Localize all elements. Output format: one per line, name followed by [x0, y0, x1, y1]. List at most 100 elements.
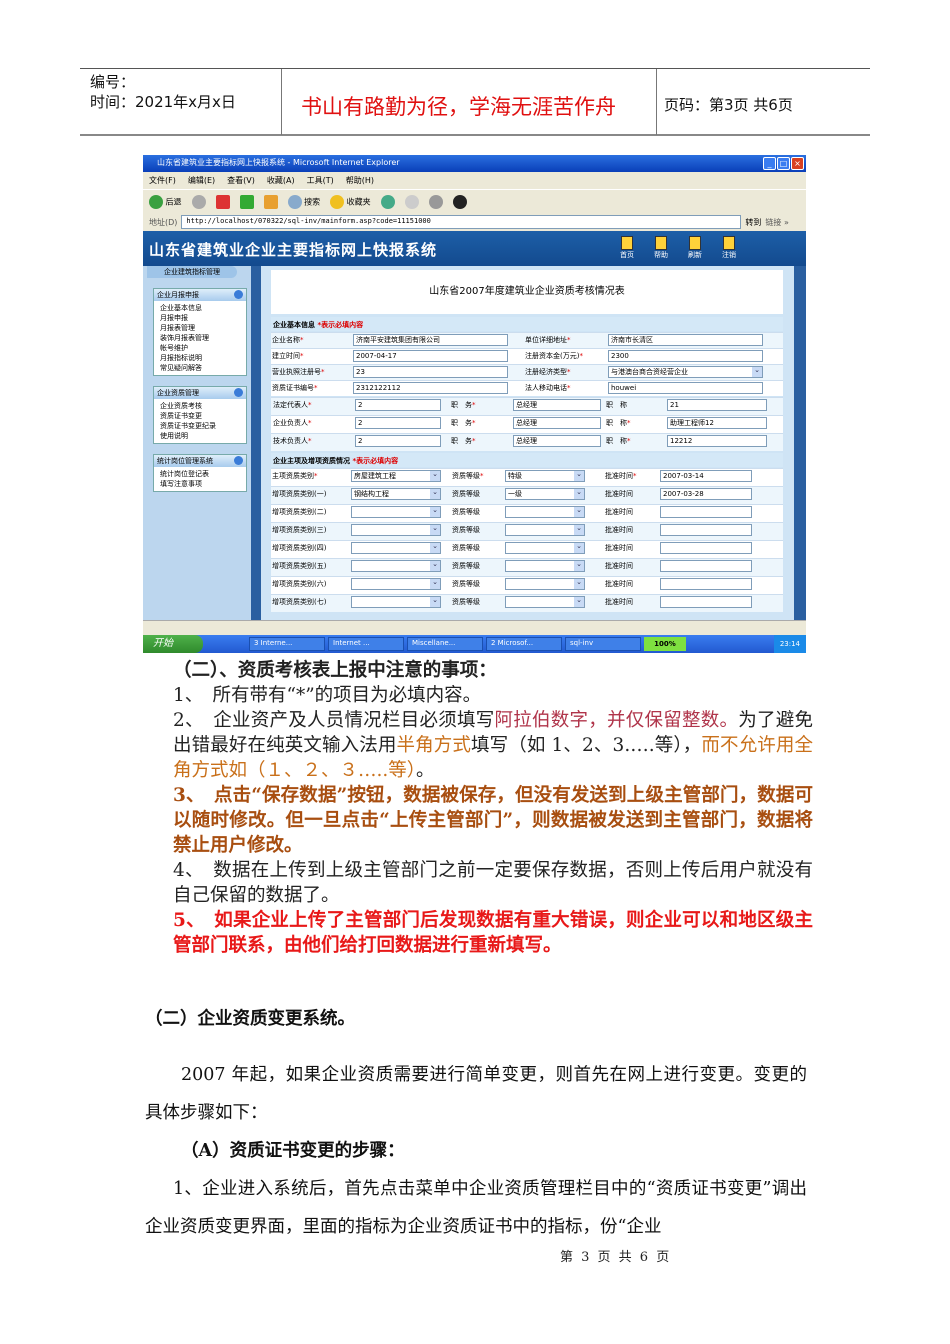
sidebar-item[interactable]: 统计岗位登记表	[160, 469, 240, 479]
select[interactable]	[505, 542, 585, 554]
sidebar-item[interactable]: 企业基本信息	[160, 303, 240, 313]
text-input[interactable]: 总经理	[513, 399, 601, 411]
taskbar-button[interactable]: Miscellane...	[407, 637, 483, 651]
date-input[interactable]	[660, 578, 752, 590]
sidebar-item[interactable]: 资质证书变更	[160, 411, 240, 421]
select[interactable]: 房屋建筑工程	[351, 470, 441, 482]
sidebar-item[interactable]: 使用说明	[160, 431, 240, 441]
menu-item[interactable]: 查看(V)	[227, 175, 255, 186]
sidebar-item[interactable]: 装饰月报表管理	[160, 333, 240, 343]
sidebar-top-tab[interactable]: 企业建筑指标管理	[147, 266, 237, 278]
sidebar-collapse-bar[interactable]	[251, 266, 261, 620]
text-input[interactable]: 2	[355, 435, 441, 447]
nav-button[interactable]: 刷新	[685, 236, 705, 260]
field-label: 资质等级*	[452, 470, 484, 482]
menu-item[interactable]: 帮助(H)	[346, 175, 374, 186]
close-button[interactable]: ×	[791, 157, 804, 170]
date-input[interactable]	[660, 506, 752, 518]
taskbar-button[interactable]: 3 Interne...	[249, 637, 325, 651]
text-input[interactable]: 2	[355, 399, 441, 411]
start-button[interactable]: 开始	[143, 635, 203, 653]
text-input[interactable]: 济南市长清区	[608, 334, 763, 346]
forward-icon[interactable]	[191, 194, 206, 209]
mail-icon[interactable]	[404, 194, 419, 209]
select[interactable]	[505, 506, 585, 518]
back-button[interactable]: 后退	[149, 194, 182, 209]
text-input[interactable]: 助理工程师12	[667, 417, 767, 429]
text-input[interactable]: 2	[355, 417, 441, 429]
search-button[interactable]: 搜索	[287, 194, 320, 209]
date-input[interactable]	[660, 524, 752, 536]
select[interactable]	[351, 524, 441, 536]
select[interactable]	[505, 524, 585, 536]
date-input[interactable]	[660, 542, 752, 554]
select[interactable]	[351, 542, 441, 554]
text-input[interactable]: 2300	[608, 350, 763, 362]
menu-item[interactable]: 工具(T)	[307, 175, 334, 186]
sidebar-item[interactable]: 常见疑问解答	[160, 363, 240, 373]
menu-item[interactable]: 收藏(A)	[267, 175, 295, 186]
favorites-button[interactable]: 收藏夹	[330, 194, 371, 209]
label-text: 批准时间	[605, 472, 633, 480]
select[interactable]	[505, 596, 585, 608]
text-input[interactable]: 2312122112	[353, 382, 508, 394]
text-input[interactable]: 2007-04-17	[353, 350, 508, 362]
taskbar-button[interactable]: sql-inv	[565, 637, 641, 651]
qq-icon[interactable]	[452, 194, 467, 209]
field-label: 职 称*	[606, 435, 631, 447]
select[interactable]: 特级	[505, 470, 585, 482]
taskbar-button[interactable]: Internet ...	[328, 637, 404, 651]
stop-icon[interactable]	[215, 194, 230, 209]
select[interactable]	[351, 506, 441, 518]
minimize-button[interactable]: _	[763, 157, 776, 170]
text-input[interactable]: 12212	[667, 435, 767, 447]
text-input[interactable]: houwei	[608, 382, 763, 394]
chevron-down-icon[interactable]	[234, 290, 243, 299]
date-input[interactable]	[660, 560, 752, 572]
sidebar-group-header[interactable]: 统计岗位管理系统	[154, 455, 246, 467]
date-input[interactable]	[660, 596, 752, 608]
sidebar-group-header[interactable]: 企业月报申报	[154, 289, 246, 301]
links-button[interactable]: 链接 »	[765, 217, 788, 228]
text-input[interactable]: 21	[667, 399, 767, 411]
text-input[interactable]: 总经理	[513, 417, 601, 429]
text-input[interactable]: 23	[353, 366, 508, 378]
sidebar-group-header[interactable]: 企业资质管理	[154, 387, 246, 399]
sidebar-item[interactable]: 填写注意事项	[160, 479, 240, 489]
url-input[interactable]: http://localhost/070322/sql-inv/mainform…	[181, 215, 742, 229]
refresh-icon[interactable]	[239, 194, 254, 209]
date-input[interactable]: 2007-03-28	[660, 488, 752, 500]
print-icon[interactable]	[428, 194, 443, 209]
address-label: 地址(D)	[149, 217, 178, 227]
sidebar-item[interactable]: 月报申报	[160, 313, 240, 323]
menu-item[interactable]: 文件(F)	[149, 175, 176, 186]
menu-item[interactable]: 编辑(E)	[188, 175, 215, 186]
select[interactable]	[351, 560, 441, 572]
select[interactable]	[505, 560, 585, 572]
select[interactable]: 一级	[505, 488, 585, 500]
home-icon[interactable]	[263, 194, 278, 209]
nav-button[interactable]: 帮助	[651, 236, 671, 260]
select[interactable]	[351, 596, 441, 608]
text-input[interactable]: 济南平安建筑集团有限公司	[353, 334, 508, 346]
select[interactable]	[505, 578, 585, 590]
sidebar-item[interactable]: 月报表管理	[160, 323, 240, 333]
select[interactable]	[351, 578, 441, 590]
text-input[interactable]: 总经理	[513, 435, 601, 447]
nav-button[interactable]: 注销	[719, 236, 739, 260]
taskbar-button[interactable]: 2 Microsof...	[486, 637, 562, 651]
sidebar-item[interactable]: 帐号维护	[160, 343, 240, 353]
select[interactable]: 与港澳台商合资经营企业	[608, 366, 763, 378]
nav-button[interactable]: 首页	[617, 236, 637, 260]
vertical-scrollbar[interactable]	[794, 266, 806, 620]
select[interactable]: 钢结构工程	[351, 488, 441, 500]
history-icon[interactable]	[380, 194, 395, 209]
sidebar-item[interactable]: 资质证书变更纪录	[160, 421, 240, 431]
chevron-down-icon[interactable]	[234, 456, 243, 465]
sidebar-item[interactable]: 企业资质考核	[160, 401, 240, 411]
sidebar-item[interactable]: 月报指标说明	[160, 353, 240, 363]
date-input[interactable]: 2007-03-14	[660, 470, 752, 482]
go-button[interactable]: 转到	[745, 217, 761, 228]
chevron-down-icon[interactable]	[234, 388, 243, 397]
maximize-button[interactable]: □	[777, 157, 790, 170]
